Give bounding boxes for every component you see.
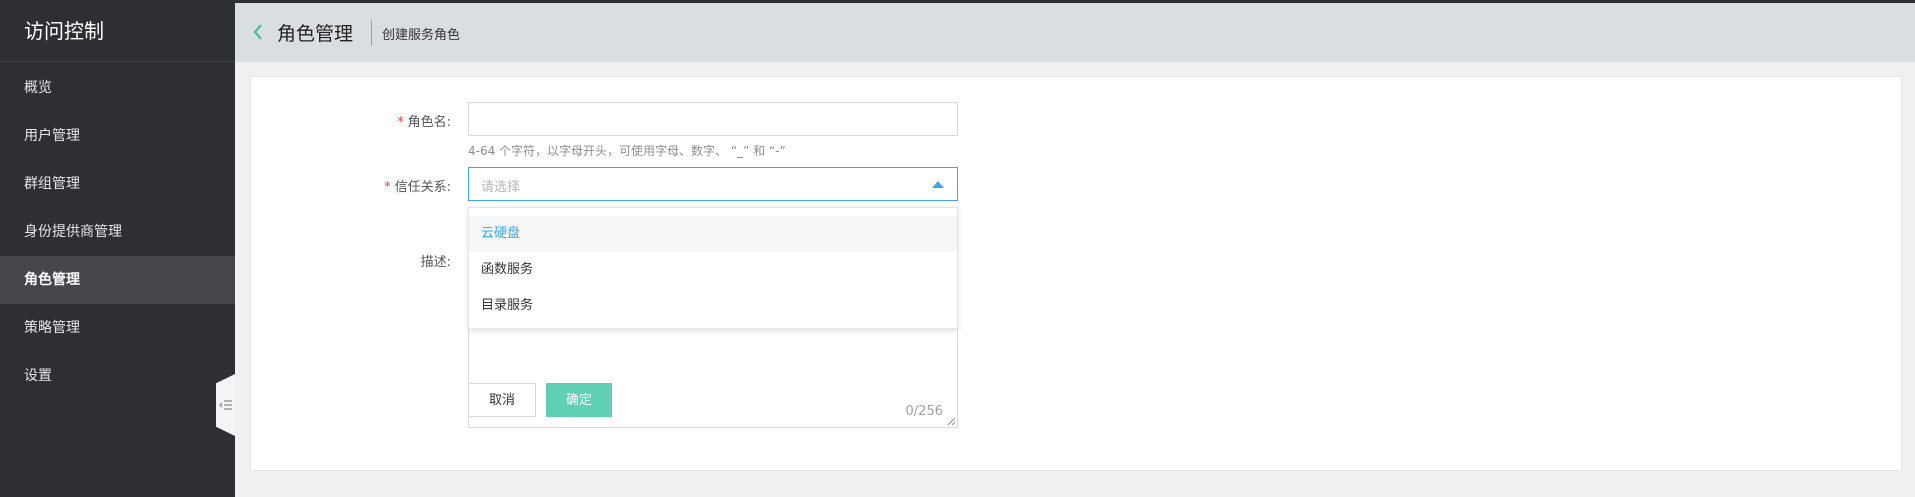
sidebar-item-overview[interactable]: 概览: [0, 64, 235, 112]
chevron-left-icon[interactable]: [251, 22, 265, 42]
form-card: * 角色名: 4-64 个字符，以字母开头，可使用字母、数字、 “_” 和 “-”…: [250, 76, 1902, 471]
option-cloud-disk[interactable]: 云硬盘: [469, 216, 957, 252]
description-label: 描述:: [420, 255, 451, 270]
sidebar-title: 访问控制: [0, 0, 235, 62]
resize-handle-icon[interactable]: [946, 416, 956, 426]
role-name-input[interactable]: [468, 102, 958, 136]
trust-select[interactable]: 请选择: [468, 167, 958, 201]
sidebar: 访问控制 概览 用户管理 群组管理 身份提供商管理 角色管理 策略管理 设置: [0, 0, 235, 497]
sidebar-item-groups[interactable]: 群组管理: [0, 160, 235, 208]
sidebar-item-policies[interactable]: 策略管理: [0, 304, 235, 352]
trust-select-placeholder: 请选择: [481, 180, 521, 195]
sidebar-collapse-button[interactable]: [216, 374, 235, 436]
header-divider: [371, 20, 372, 46]
char-counter: 0/256: [905, 404, 943, 419]
confirm-button[interactable]: 确定: [546, 383, 612, 417]
sidebar-item-identity-providers[interactable]: 身份提供商管理: [0, 208, 235, 256]
required-mark: *: [397, 115, 404, 130]
page-header: 角色管理 创建服务角色: [235, 0, 1915, 62]
sidebar-item-users[interactable]: 用户管理: [0, 112, 235, 160]
cancel-button[interactable]: 取消: [468, 383, 536, 417]
collapse-menu-icon: [219, 400, 232, 410]
page-title: 角色管理: [277, 23, 354, 45]
breadcrumb-current: 创建服务角色: [382, 28, 461, 43]
required-mark: *: [384, 180, 391, 195]
caret-up-icon: [932, 181, 944, 188]
option-function-service[interactable]: 函数服务: [469, 252, 957, 288]
sidebar-item-settings[interactable]: 设置: [0, 352, 235, 400]
role-name-label: * 角色名:: [397, 115, 451, 130]
trust-dropdown-menu: 云硬盘 函数服务 目录服务: [468, 207, 958, 329]
option-directory-service[interactable]: 目录服务: [469, 288, 957, 324]
sidebar-item-roles[interactable]: 角色管理: [0, 256, 235, 304]
trust-label: * 信任关系:: [384, 180, 451, 195]
role-name-hint: 4-64 个字符，以字母开头，可使用字母、数字、 “_” 和 “-”: [468, 144, 786, 158]
